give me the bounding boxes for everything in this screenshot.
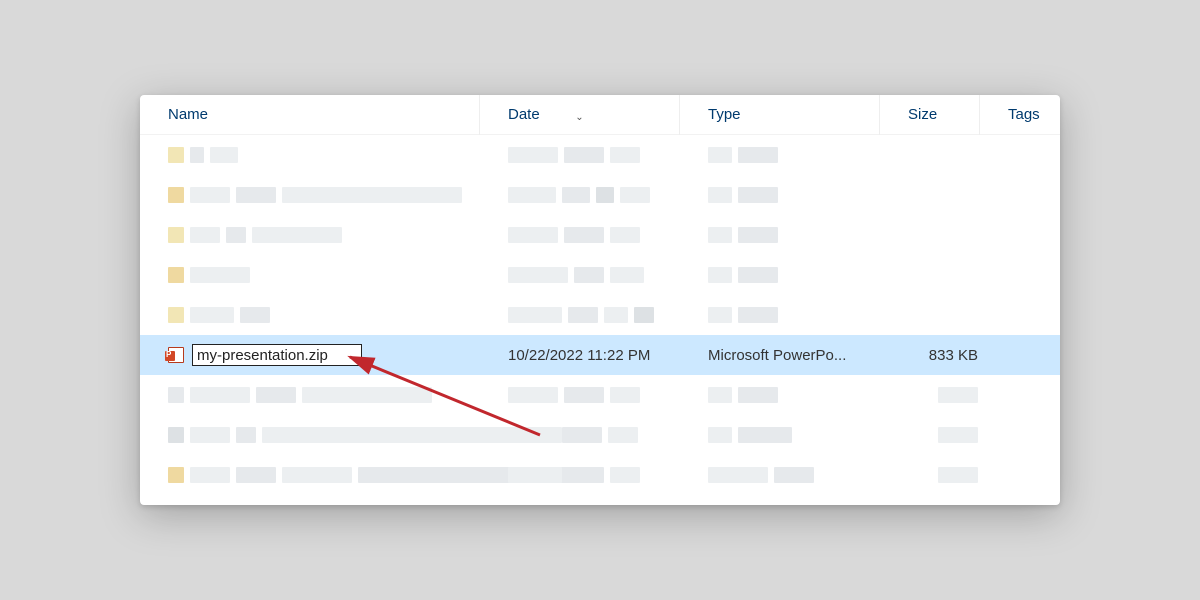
table-row[interactable]: [140, 215, 1060, 255]
table-row[interactable]: [140, 455, 1060, 495]
selected-row-type: Microsoft PowerPo...: [694, 347, 894, 364]
column-header-name[interactable]: Name: [140, 95, 480, 135]
column-header-size[interactable]: Size: [880, 95, 980, 135]
table-row[interactable]: [140, 175, 1060, 215]
table-row[interactable]: [140, 295, 1060, 335]
table-row-selected[interactable]: 10/22/2022 11:22 PM Microsoft PowerPo...…: [140, 335, 1060, 375]
table-row[interactable]: [140, 135, 1060, 175]
table-row[interactable]: [140, 415, 1060, 455]
column-header-tags[interactable]: Tags: [980, 95, 1060, 135]
sort-indicator-icon: ⌄: [575, 98, 583, 138]
column-header-date-label: Date: [508, 106, 540, 123]
selected-row-size: 833 KB: [894, 347, 994, 364]
file-explorer-window: Name ⌄ Date Type Size Tags: [140, 95, 1060, 505]
selected-row-date: 10/22/2022 11:22 PM: [494, 347, 694, 364]
column-header-type[interactable]: Type: [680, 95, 880, 135]
rename-input[interactable]: [192, 344, 362, 366]
powerpoint-file-icon: [168, 347, 184, 363]
column-header-row: Name ⌄ Date Type Size Tags: [140, 95, 1060, 135]
column-header-date[interactable]: ⌄ Date: [480, 95, 680, 135]
table-row[interactable]: [140, 375, 1060, 415]
table-row[interactable]: [140, 255, 1060, 295]
